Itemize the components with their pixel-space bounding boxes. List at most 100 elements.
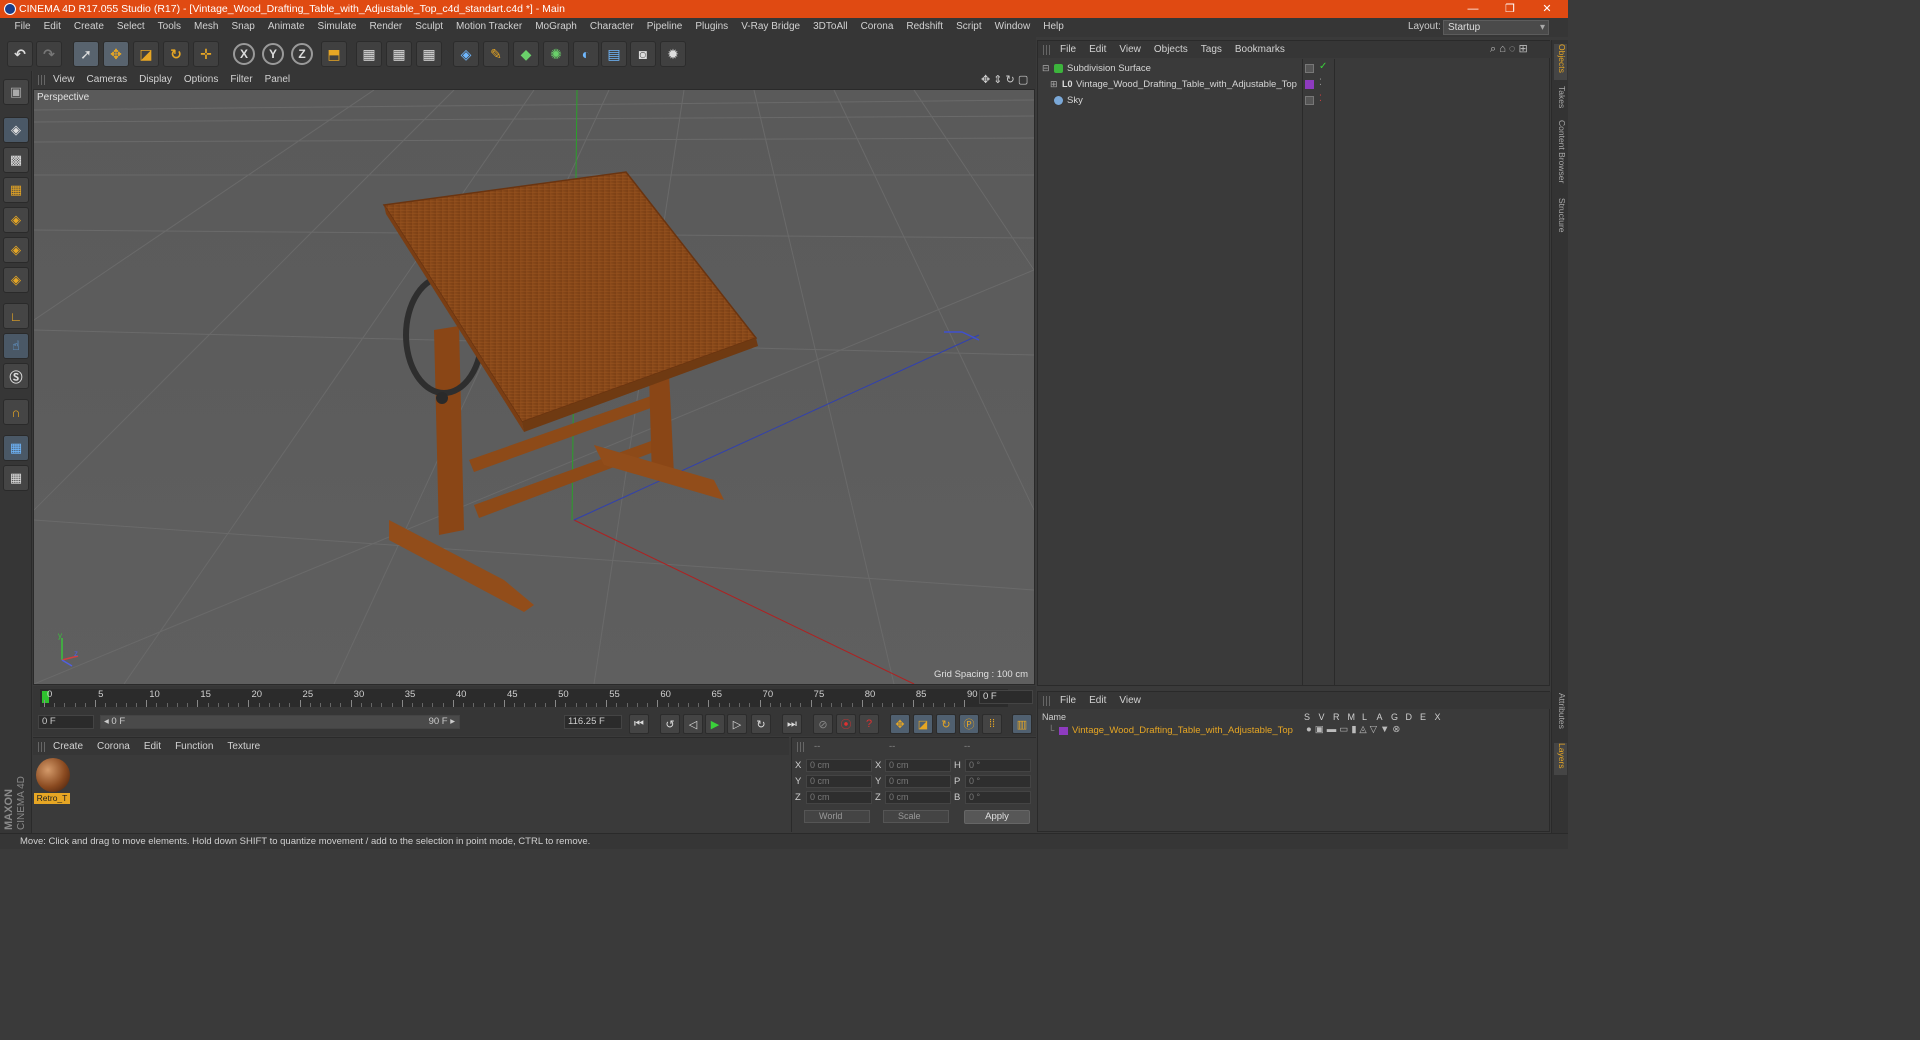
tab-objects[interactable]: Objects (1554, 44, 1567, 80)
menu-item-19[interactable]: Redshift (900, 21, 950, 32)
camera-icon[interactable]: ◙ (630, 41, 656, 67)
axis-mode-icon[interactable]: ∟ (3, 303, 29, 329)
tweak-mode-icon[interactable]: ☝ (3, 333, 29, 359)
z-axis-lock-button[interactable]: Z (291, 43, 313, 65)
step-back-icon[interactable]: ◁ (683, 714, 703, 734)
layer-tag-icon[interactable] (1305, 96, 1314, 105)
menu-item-8[interactable]: Simulate (311, 21, 363, 32)
layer-row[interactable]: └ Vintage_Wood_Drafting_Table_with_Adjus… (1038, 724, 1549, 738)
snap-magnet-icon[interactable]: ∩ (3, 399, 29, 425)
object-menu-item-0[interactable]: File (1060, 44, 1076, 55)
tab-takes[interactable]: Takes (1554, 86, 1567, 112)
floor-scene-icon[interactable]: ▤ (601, 41, 627, 67)
viewport-menu-item-0[interactable]: View (53, 74, 83, 85)
key-parameter-icon[interactable]: Ⓟ (959, 714, 979, 734)
coord-value-field[interactable]: 0 cm (806, 759, 872, 772)
grid-quantize-icon[interactable]: ▦ (3, 465, 29, 491)
object-row-table[interactable]: ⊞ L0 Vintage_Wood_Drafting_Table_with_Ad… (1038, 77, 1549, 93)
subdivision-surface-icon[interactable]: ◆ (513, 41, 539, 67)
layer-column-header[interactable]: R (1333, 712, 1340, 722)
deformer-icon[interactable]: ◐ (573, 41, 599, 67)
layer-color-icon[interactable] (1059, 727, 1068, 735)
play-forward-icon[interactable]: ▶ (705, 714, 725, 734)
tab-layers[interactable]: Layers (1554, 743, 1567, 775)
material-menu-item-1[interactable]: Corona (97, 741, 130, 752)
live-selection-icon[interactable]: ✛ (193, 41, 219, 67)
coord-value-field[interactable]: 0 cm (885, 775, 951, 788)
coord-value-field[interactable]: 0 cm (806, 791, 872, 804)
object-row-subdivision[interactable]: ⊟ Subdivision Surface ✓ (1038, 61, 1549, 77)
autokey-icon[interactable]: ⦿ (836, 714, 856, 734)
workplane-lock-icon[interactable]: ▦ (3, 435, 29, 461)
keyframe-selection-icon[interactable]: ? (859, 714, 879, 734)
timeline-window-icon[interactable]: ▥ (1012, 714, 1032, 734)
viewport-menu-item-2[interactable]: Display (139, 74, 180, 85)
material-name-label[interactable]: Retro_T (34, 793, 70, 804)
object-menu-item-5[interactable]: Bookmarks (1235, 44, 1285, 55)
expand-icon[interactable]: ⊞ (1050, 79, 1058, 90)
workplane-mode-icon[interactable]: ▦ (3, 177, 29, 203)
coord-value-field[interactable]: 0 cm (806, 775, 872, 788)
object-menu-item-1[interactable]: Edit (1089, 44, 1106, 55)
menu-item-5[interactable]: Mesh (188, 21, 225, 32)
object-menu-item-4[interactable]: Tags (1201, 44, 1222, 55)
spline-pen-icon[interactable]: ✎ (483, 41, 509, 67)
menu-item-2[interactable]: Create (67, 21, 110, 32)
layer-menu-item-1[interactable]: Edit (1089, 695, 1106, 706)
current-frame-field[interactable]: 0 F (979, 690, 1033, 704)
light-icon[interactable]: ✹ (660, 41, 686, 67)
x-axis-lock-button[interactable]: X (233, 43, 255, 65)
enabled-check-icon[interactable]: ✓ (1319, 61, 1327, 72)
record-keys-icon[interactable]: ⊘ (813, 714, 833, 734)
menu-item-20[interactable]: Script (950, 21, 989, 32)
close-button[interactable]: ✕ (1530, 1, 1564, 17)
key-pla-icon[interactable]: ⁞⁞ (982, 714, 1002, 734)
layer-menu-item-0[interactable]: File (1060, 695, 1076, 706)
object-manager-tools-icons[interactable]: ⌕ ⌂ ◌ ⊞ (1490, 42, 1528, 56)
preview-range-slider[interactable]: ◂ 0 F 90 F ▸ (100, 715, 460, 729)
start-frame-field[interactable]: 0 F (38, 715, 94, 729)
object-menu-item-2[interactable]: View (1119, 44, 1141, 55)
object-row-sky[interactable]: Sky ⁚ (1038, 93, 1549, 109)
coord-value-field[interactable]: 0 cm (885, 791, 951, 804)
previous-key-icon[interactable]: ↺ (660, 714, 680, 734)
key-rotation-icon[interactable]: ↻ (936, 714, 956, 734)
menu-item-0[interactable]: File (8, 21, 37, 32)
make-editable-icon[interactable]: ▣ (3, 79, 29, 105)
next-key-icon[interactable]: ↻ (751, 714, 771, 734)
restore-button[interactable]: ❐ (1493, 1, 1527, 17)
layer-color-icon[interactable] (1305, 80, 1314, 89)
select-tool-icon[interactable]: ➚ (73, 41, 99, 67)
go-to-start-icon[interactable]: ⏮ (629, 714, 649, 734)
menu-item-18[interactable]: Corona (854, 21, 900, 32)
menu-item-13[interactable]: Character (583, 21, 640, 32)
tab-attributes[interactable]: Attributes (1554, 693, 1567, 737)
scale-tool-icon[interactable]: ◪ (133, 41, 159, 67)
menu-item-7[interactable]: Animate (261, 21, 311, 32)
move-tool-icon[interactable]: ✥ (103, 41, 129, 67)
coordinate-space-select[interactable]: World (804, 810, 870, 823)
object-menu-item-3[interactable]: Objects (1154, 44, 1188, 55)
menu-item-10[interactable]: Sculpt (409, 21, 450, 32)
layer-column-header[interactable]: X (1435, 712, 1441, 722)
menu-item-21[interactable]: Window (988, 21, 1037, 32)
tab-structure[interactable]: Structure (1554, 198, 1567, 238)
menu-item-4[interactable]: Tools (151, 21, 187, 32)
frame-ruler[interactable]: 0 5 10 15 20 25 30 35 40 45 50 55 60 65 70 75 80 85 90 (40, 689, 1008, 707)
layer-column-header[interactable]: V (1319, 712, 1325, 722)
cube-primitive-icon[interactable]: ◈ (453, 41, 479, 67)
edges-mode-icon[interactable]: ◈ (3, 237, 29, 263)
material-menu-item-2[interactable]: Edit (144, 741, 161, 752)
layer-column-header[interactable]: M (1348, 712, 1356, 722)
coord-value-field[interactable]: 0 ° (965, 791, 1031, 804)
y-axis-lock-button[interactable]: Y (262, 43, 284, 65)
texture-mode-icon[interactable]: ▩ (3, 147, 29, 173)
viewport-menu-item-4[interactable]: Filter (230, 74, 260, 85)
menu-item-12[interactable]: MoGraph (529, 21, 584, 32)
coord-value-field[interactable]: 0 ° (965, 775, 1031, 788)
polygons-mode-icon[interactable]: ◈ (3, 267, 29, 293)
array-cloner-icon[interactable]: ✺ (543, 41, 569, 67)
coordinate-system-icon[interactable]: ⬒ (321, 41, 347, 67)
material-menu-item-4[interactable]: Texture (227, 741, 260, 752)
step-forward-icon[interactable]: ▷ (727, 714, 747, 734)
